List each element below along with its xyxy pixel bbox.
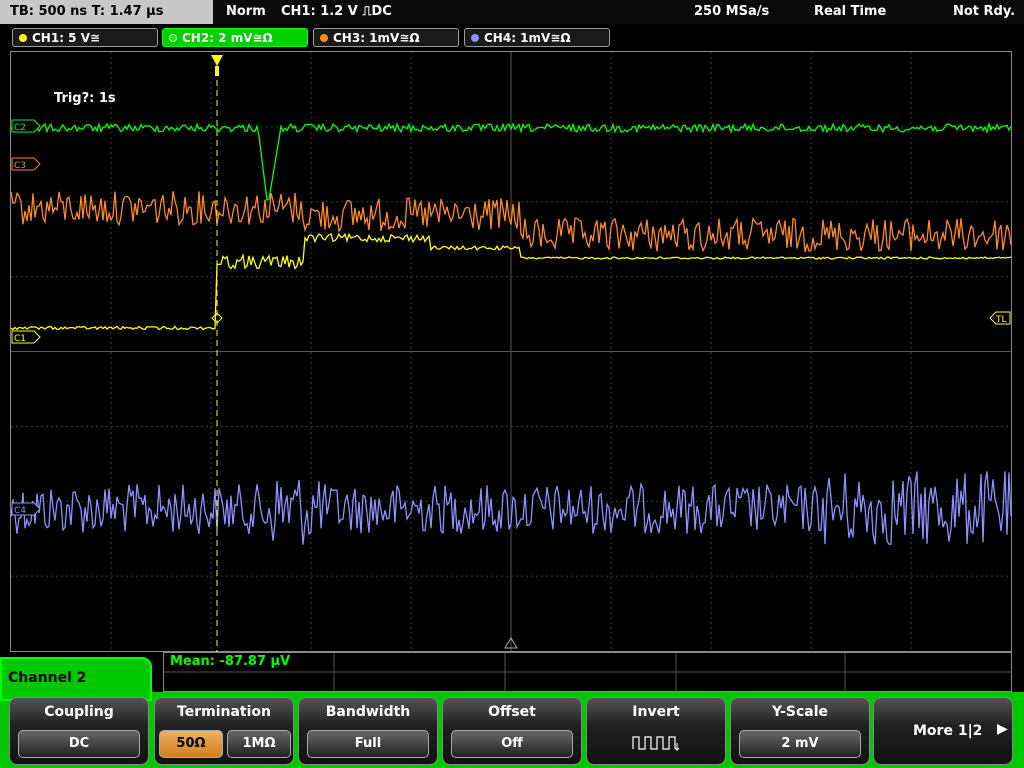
graticule bbox=[11, 52, 1011, 651]
trigger-level-label: TL bbox=[995, 315, 1007, 325]
offset-title: Offset bbox=[488, 704, 536, 720]
ch1-marker-label: C1 bbox=[14, 334, 26, 344]
ch2-marker[interactable]: C2 bbox=[11, 119, 41, 133]
channel-menu-title: Channel 2 bbox=[8, 670, 87, 686]
coupling-value-button[interactable]: DC bbox=[18, 730, 140, 758]
coupling-softkey[interactable]: Coupling DC bbox=[9, 697, 149, 765]
trigger-status-text: Trig?: 1s bbox=[54, 91, 116, 106]
termination-1mohm-button[interactable]: 1MΩ bbox=[227, 730, 291, 758]
yscale-softkey[interactable]: Y-Scale 2 mV bbox=[730, 697, 870, 765]
more-label: More 1|2 bbox=[913, 723, 983, 739]
bandwidth-softkey[interactable]: Bandwidth Full bbox=[298, 697, 438, 765]
trigger-position-marker[interactable] bbox=[211, 55, 223, 66]
measurement-strip bbox=[163, 652, 1012, 692]
yscale-value-button[interactable]: 2 mV bbox=[739, 730, 861, 758]
ch3-marker-label: C3 bbox=[14, 161, 26, 171]
bandwidth-title: Bandwidth bbox=[325, 704, 411, 720]
more-arrow-icon: ▶ bbox=[997, 721, 1008, 737]
invert-softkey[interactable]: Invert bbox=[586, 697, 726, 765]
invert-title: Invert bbox=[632, 704, 680, 720]
termination-title: Termination bbox=[177, 704, 271, 720]
trigger-marker-stem bbox=[215, 66, 219, 76]
invert-square-wave-icon bbox=[632, 736, 680, 752]
ch2-marker-label: C2 bbox=[14, 123, 26, 133]
yscale-title: Y-Scale bbox=[771, 704, 828, 720]
ch4-marker-label: C4 bbox=[14, 506, 26, 516]
bandwidth-value-button[interactable]: Full bbox=[307, 730, 429, 758]
offset-softkey[interactable]: Offset Off bbox=[442, 697, 582, 765]
termination-softkey[interactable]: Termination 50Ω 1MΩ bbox=[154, 697, 294, 765]
termination-50ohm-button[interactable]: 50Ω bbox=[159, 730, 223, 758]
ch3-marker[interactable]: C3 bbox=[11, 157, 41, 171]
trigger-level-marker[interactable]: TL bbox=[989, 311, 1011, 325]
mean-measurement: Mean: -87.87 µV bbox=[170, 654, 291, 669]
ch1-marker[interactable]: C1 bbox=[11, 330, 41, 344]
offset-value-button[interactable]: Off bbox=[451, 730, 573, 758]
coupling-title: Coupling bbox=[44, 704, 114, 720]
